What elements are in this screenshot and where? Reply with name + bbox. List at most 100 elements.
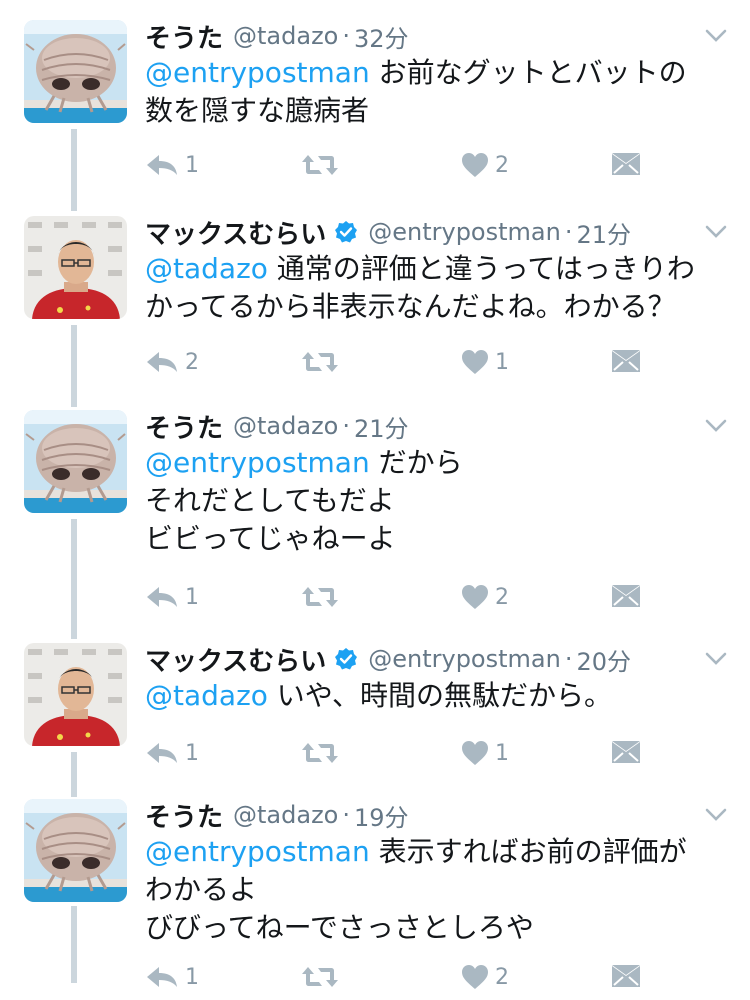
reply-button[interactable]: 1 — [145, 148, 199, 182]
retweet-button[interactable] — [301, 345, 339, 379]
tweet[interactable]: そうた @tadazo · 19分 @entrypostman 表示すればお前の評価がわ… — [0, 797, 750, 1000]
timestamp[interactable]: 32分 — [354, 19, 409, 54]
mention-link[interactable]: @tadazo — [145, 679, 268, 712]
reply-button[interactable]: 1 — [145, 580, 199, 614]
user-handle[interactable]: @entrypostman — [368, 645, 561, 673]
like-count: 1 — [495, 349, 509, 375]
reply-icon — [145, 350, 179, 374]
user-handle[interactable]: @tadazo — [233, 801, 338, 829]
avatar[interactable] — [24, 799, 127, 902]
tweet-header: そうた @tadazo · 19分 — [145, 797, 409, 833]
more-options-button[interactable] — [704, 651, 728, 667]
tweet-text-span: お前なグットとバットの — [369, 56, 687, 89]
tweet-text: @entrypostman お前なグットとバットの 数を隠すな臆病者 — [145, 54, 725, 130]
display-name[interactable]: そうた — [145, 797, 223, 834]
retweet-button[interactable] — [301, 736, 339, 770]
separator-dot: · — [564, 218, 573, 246]
timestamp[interactable]: 21分 — [354, 409, 409, 444]
tweet-actions: 21 — [145, 345, 645, 379]
reply-button[interactable]: 1 — [145, 960, 199, 994]
tweet-header: マックスむらい @entrypostman · 21分 — [145, 214, 631, 250]
tweet[interactable]: そうた @tadazo · 21分 @entrypostman だから それだとしてもだよ… — [0, 408, 750, 620]
display-name[interactable]: そうた — [145, 408, 223, 445]
tweet-text-line: @entrypostman お前なグットとバットの — [145, 54, 725, 92]
reply-button[interactable]: 1 — [145, 736, 199, 770]
display-name[interactable]: マックスむらい — [145, 641, 326, 678]
avatar[interactable] — [24, 410, 127, 513]
chevron-down-icon — [704, 28, 728, 44]
retweet-icon — [301, 350, 339, 374]
tweet-text-line: @tadazo 通常の評価と違うってはっきりわ — [145, 250, 725, 288]
timestamp[interactable]: 19分 — [354, 798, 409, 833]
tweet[interactable]: マックスむらい @entrypostman · 21分 @tadazo 通常の評価と違う… — [0, 214, 750, 385]
like-count: 2 — [495, 584, 509, 610]
tweet[interactable]: そうた @tadazo · 32分 @entrypostman お前なグットとバットの数… — [0, 18, 750, 188]
more-options-button[interactable] — [704, 807, 728, 823]
retweet-button[interactable] — [301, 960, 339, 994]
mention-link[interactable]: @entrypostman — [145, 835, 370, 868]
chevron-down-icon — [704, 807, 728, 823]
like-count: 2 — [495, 964, 509, 990]
like-button[interactable]: 2 — [461, 148, 509, 182]
like-button[interactable]: 2 — [461, 960, 509, 994]
retweet-button[interactable] — [301, 148, 339, 182]
retweet-icon — [301, 965, 339, 989]
avatar[interactable] — [24, 643, 127, 746]
user-handle[interactable]: @entrypostman — [368, 218, 561, 246]
tweet-text-line: びびってねーでさっさとしろや — [145, 909, 725, 947]
user-handle[interactable]: @tadazo — [233, 412, 338, 440]
direct-message-icon — [611, 349, 641, 375]
like-count: 2 — [495, 152, 509, 178]
more-options-button[interactable] — [704, 28, 728, 44]
direct-message-button[interactable] — [611, 580, 641, 614]
mention-link[interactable]: @entrypostman — [145, 446, 370, 479]
separator-dot: · — [564, 645, 573, 673]
more-options-button[interactable] — [704, 418, 728, 434]
avatar[interactable] — [24, 20, 127, 123]
tweet-text-line: それだとしてもだよ — [145, 482, 725, 520]
avatar[interactable] — [24, 216, 127, 319]
reply-icon — [145, 153, 179, 177]
direct-message-button[interactable] — [611, 960, 641, 994]
display-name[interactable]: マックスむらい — [145, 214, 326, 251]
more-options-button[interactable] — [704, 224, 728, 240]
tweet-text-line: 数を隠すな臆病者 — [145, 92, 725, 130]
tweet-text: @tadazo いや、時間の無駄だから。 — [145, 677, 725, 715]
heart-icon — [461, 584, 489, 610]
reply-button[interactable]: 2 — [145, 345, 199, 379]
display-name[interactable]: そうた — [145, 18, 223, 55]
tweet-text-line: わかるよ — [145, 871, 725, 909]
timestamp[interactable]: 21分 — [576, 215, 631, 250]
tweet-actions: 12 — [145, 580, 645, 614]
tweet-text-line: @tadazo いや、時間の無駄だから。 — [145, 677, 725, 715]
reply-count: 2 — [185, 349, 199, 375]
direct-message-button[interactable] — [611, 736, 641, 770]
avatar-image — [24, 20, 127, 123]
tweet-text: @tadazo 通常の評価と違うってはっきりわ かってるから非表示なんだよね。わか… — [145, 250, 725, 326]
verified-badge-icon — [334, 647, 358, 671]
reply-count: 1 — [185, 152, 199, 178]
tweet[interactable]: マックスむらい @entrypostman · 20分 @tadazo いや、時間の無駄… — [0, 641, 750, 776]
tweet-text-line: ビビってじゃねーよ — [145, 520, 725, 558]
chevron-down-icon — [704, 418, 728, 434]
tweet-text-line: かってるから非表示なんだよね。わかる？ — [145, 288, 725, 326]
tweet-actions: 11 — [145, 736, 645, 770]
tweet-actions: 12 — [145, 148, 645, 182]
timestamp[interactable]: 20分 — [576, 642, 631, 677]
like-button[interactable]: 1 — [461, 345, 509, 379]
mention-link[interactable]: @entrypostman — [145, 56, 370, 89]
avatar-image — [24, 410, 127, 513]
like-button[interactable]: 1 — [461, 736, 509, 770]
verified-badge-icon — [334, 220, 358, 244]
tweet-header: マックスむらい @entrypostman · 20分 — [145, 641, 631, 677]
direct-message-button[interactable] — [611, 148, 641, 182]
chevron-down-icon — [704, 224, 728, 240]
retweet-button[interactable] — [301, 580, 339, 614]
direct-message-button[interactable] — [611, 345, 641, 379]
like-count: 1 — [495, 740, 509, 766]
avatar-image — [24, 216, 127, 319]
mention-link[interactable]: @tadazo — [145, 252, 268, 285]
like-button[interactable]: 2 — [461, 580, 509, 614]
verified-badge-icon — [334, 647, 358, 671]
user-handle[interactable]: @tadazo — [233, 22, 338, 50]
